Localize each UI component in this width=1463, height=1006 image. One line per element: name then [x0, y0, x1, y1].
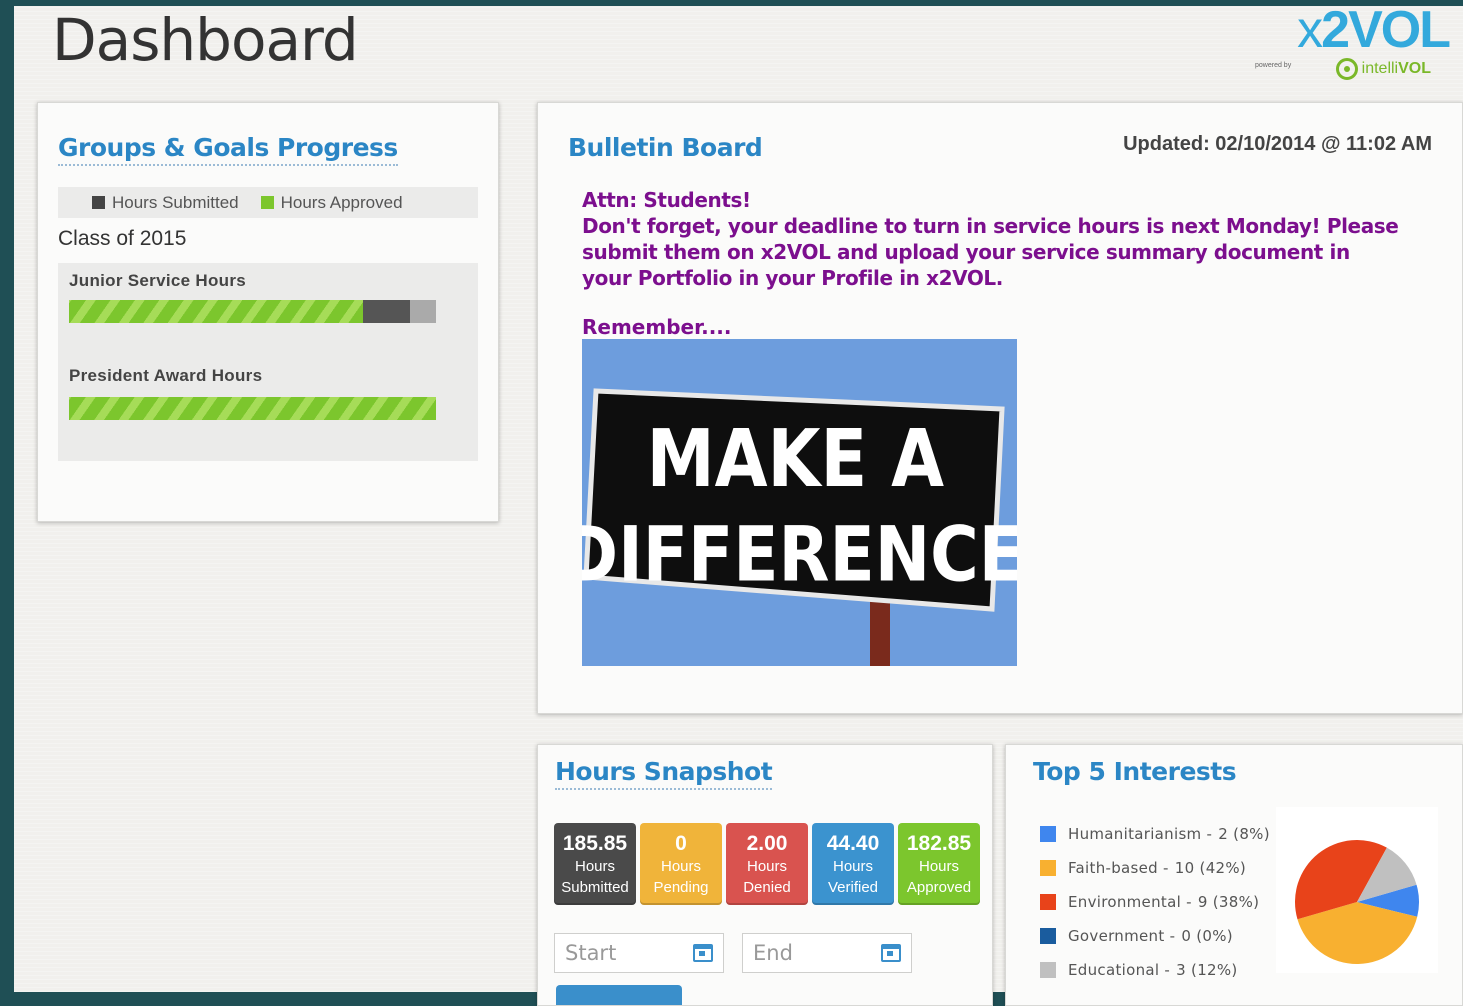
top-interests-panel: Top 5 Interests Humanitarianism -2 (8%) … [1005, 744, 1463, 1006]
tile-hours-pending[interactable]: 0 Hours Pending [640, 823, 722, 905]
dashboard-page: Dashboard x2VOL powered by intelliVOL Gr… [14, 1, 1463, 1006]
interest-item: Faith-based -10 (42%) [1040, 851, 1270, 885]
intellivol-logo: intelliVOL [1335, 58, 1431, 80]
intellivol-icon [1335, 58, 1358, 80]
class-label: Class of 2015 [58, 227, 187, 250]
legend-approved: Hours Approved [260, 193, 403, 213]
goal-progress-bar[interactable] [69, 397, 436, 420]
interest-item: Humanitarianism -2 (8%) [1040, 817, 1270, 851]
submitted-swatch [92, 195, 105, 209]
updated-timestamp: Updated: 02/10/2014 @ 11:02 AM [1123, 133, 1432, 155]
groups-goals-panel: Groups & Goals Progress Hours Submitted … [37, 102, 499, 522]
bulletin-body: Don't forget, your deadline to turn in s… [582, 214, 1399, 290]
groups-goals-title[interactable]: Groups & Goals Progress [58, 133, 398, 166]
approved-fill [69, 300, 363, 323]
goal-label: President Award Hours [69, 366, 263, 385]
hours-tiles: 185.85 Hours Submitted 0 Hours Pending 2… [554, 823, 980, 905]
interest-swatch [1040, 962, 1056, 978]
logo-wordmark: x2VOL [1297, 1, 1451, 59]
tile-hours-denied[interactable]: 2.00 Hours Denied [726, 823, 808, 905]
bulletin-board-panel: Bulletin Board Updated: 02/10/2014 @ 11:… [537, 102, 1463, 714]
interests-pie-chart[interactable] [1276, 807, 1438, 973]
bulletin-heading: Attn: Students! [582, 188, 751, 212]
approved-swatch [260, 195, 274, 209]
hours-snapshot-title[interactable]: Hours Snapshot [555, 757, 773, 790]
start-date-input[interactable]: Start [554, 933, 724, 973]
progress-legend: Hours Submitted Hours Approved [58, 187, 478, 218]
make-a-difference-image: MAKE A DIFFERENCE [582, 339, 1017, 666]
top-interests-title: Top 5 Interests [1033, 757, 1237, 786]
calendar-icon[interactable] [693, 944, 713, 962]
interest-swatch [1040, 860, 1056, 876]
interest-swatch [1040, 928, 1056, 944]
page-title: Dashboard [52, 6, 359, 74]
tile-hours-submitted[interactable]: 185.85 Hours Submitted [554, 823, 636, 905]
x2vol-logo[interactable]: x2VOL powered by intelliVOL [1249, 0, 1451, 90]
logo-powered-by: powered by [1255, 62, 1292, 69]
hours-snapshot-panel: Hours Snapshot 185.85 Hours Submitted 0 … [537, 744, 993, 1006]
bulletin-message: Attn: Students! Don't forget, your deadl… [582, 187, 1402, 291]
bulletin-board-title: Bulletin Board [568, 133, 763, 162]
interests-legend: Humanitarianism -2 (8%) Faith-based -10 … [1040, 817, 1270, 987]
goal-label: Junior Service Hours [69, 271, 247, 290]
tile-hours-verified[interactable]: 44.40 Hours Verified [812, 823, 894, 905]
interest-swatch [1040, 826, 1056, 842]
calendar-icon[interactable] [881, 944, 901, 962]
goal-progress-bar[interactable] [69, 300, 436, 323]
legend-submitted: Hours Submitted [92, 193, 239, 213]
start-date-placeholder: Start [565, 941, 617, 965]
filter-button[interactable] [556, 985, 682, 1005]
interest-item: Government -0 (0%) [1040, 919, 1270, 953]
approved-fill [69, 397, 436, 420]
goals-list: Junior Service Hours President Award Hou… [58, 263, 478, 461]
tile-hours-approved[interactable]: 182.85 Hours Approved [898, 823, 980, 905]
interest-item: Environmental -9 (38%) [1040, 885, 1270, 919]
sign-line-2: DIFFERENCE [582, 510, 1017, 598]
end-date-input[interactable]: End [742, 933, 912, 973]
interest-swatch [1040, 894, 1056, 910]
end-date-placeholder: End [753, 941, 793, 965]
interest-item: Educational -3 (12%) [1040, 953, 1270, 987]
bulletin-remember: Remember.... [582, 315, 732, 339]
sign-line-1: MAKE A [647, 412, 945, 505]
